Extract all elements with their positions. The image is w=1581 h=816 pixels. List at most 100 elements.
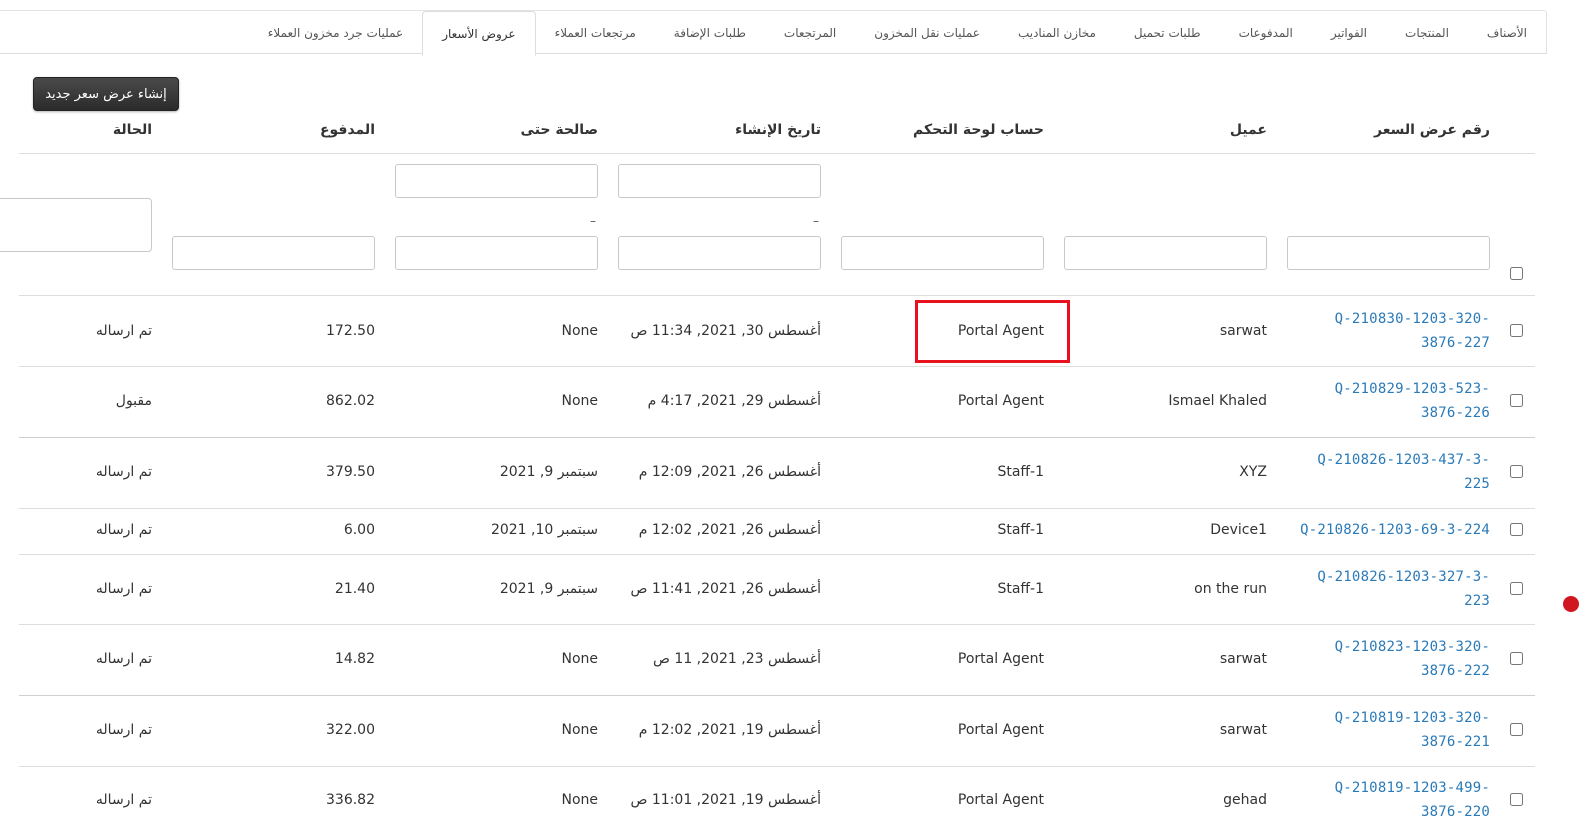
dashboard-account-cell: Portal Agent xyxy=(957,323,1044,339)
scroll-indicator-dot xyxy=(1563,596,1579,612)
select-all-checkbox[interactable] xyxy=(1510,267,1523,280)
paid-cell: 379.50 xyxy=(326,464,375,480)
quote-number-line-2: 3876-222 xyxy=(1420,663,1490,679)
create-quote-button[interactable]: إنشاء عرض سعر جديد xyxy=(33,77,179,111)
quote-number-link[interactable]: Q-210829-1203-523- 3876-226 xyxy=(1280,377,1490,425)
created-to-filter[interactable] xyxy=(618,236,821,270)
tab-4[interactable]: طلبات تحميل xyxy=(1115,11,1220,55)
header-valid-until[interactable]: صالحة حتى xyxy=(521,122,598,138)
created-from-filter[interactable] xyxy=(618,164,821,198)
quote-number-line-2: 225 xyxy=(1464,476,1490,492)
paid-filter[interactable] xyxy=(172,236,375,270)
valid-until-cell: سبتمبر 10, 2021 xyxy=(490,522,598,538)
tab-3[interactable]: المدفوعات xyxy=(1220,11,1312,55)
row-checkbox[interactable] xyxy=(1510,394,1523,407)
status-cell: تم ارساله xyxy=(95,464,152,480)
quote-number-link[interactable]: Q-210819-1203-499- 3876-220 xyxy=(1280,776,1490,816)
header-dashboard-account[interactable]: حساب لوحة التحكم xyxy=(913,122,1044,138)
status-filter-select[interactable] xyxy=(0,198,152,252)
created-at-cell: أغسطس 26, 2021, 11:41 ص xyxy=(630,581,821,597)
tab-6[interactable]: عمليات نقل المخزون xyxy=(855,11,999,55)
paid-cell: 14.82 xyxy=(334,651,375,667)
created-at-cell: أغسطس 23, 2021, 11 ص xyxy=(653,651,821,667)
quote-number-filter[interactable] xyxy=(1287,236,1490,270)
row-checkbox[interactable] xyxy=(1510,523,1523,536)
header-status[interactable]: الحالة xyxy=(113,122,152,138)
row-checkbox[interactable] xyxy=(1510,465,1523,478)
row-checkbox[interactable] xyxy=(1510,793,1523,806)
valid-range-separator: – xyxy=(590,214,596,228)
header-paid[interactable]: المدفوع xyxy=(320,122,375,138)
valid-until-cell: None xyxy=(561,393,598,409)
quote-number-link[interactable]: Q-210826-1203-69-3-224 xyxy=(1280,518,1490,542)
quote-number-line-1: Q-210826-1203-327-3- xyxy=(1317,569,1490,585)
row-divider xyxy=(19,366,1535,367)
valid-until-cell: سبتمبر 9, 2021 xyxy=(499,464,598,480)
tab-11[interactable]: عمليات جرد مخزون العملاء xyxy=(249,11,422,55)
quote-number-line-1: Q-210819-1203-499- xyxy=(1334,780,1490,796)
quote-number-line-1: Q-210829-1203-523- xyxy=(1334,381,1490,397)
tab-1[interactable]: المنتجات xyxy=(1386,11,1468,55)
tab-bar: الأصناف المنتجات الفواتير المدفوعات طلبات تح… xyxy=(0,10,1547,56)
tab-5[interactable]: مخازن المناديب xyxy=(999,11,1115,55)
quotes-page: الأصناف المنتجات الفواتير المدفوعات طلبات تح… xyxy=(0,0,1581,816)
row-checkbox[interactable] xyxy=(1510,324,1523,337)
paid-cell: 6.00 xyxy=(343,522,375,538)
created-at-cell: أغسطس 29, 2021, 4:17 م xyxy=(647,393,821,409)
quote-number-line-2: 3876-220 xyxy=(1420,804,1490,816)
valid-to-filter[interactable] xyxy=(395,236,598,270)
row-checkbox[interactable] xyxy=(1510,723,1523,736)
created-at-cell: أغسطس 26, 2021, 12:02 م xyxy=(638,522,821,538)
dashboard-account-cell: Portal Agent xyxy=(957,393,1044,409)
customer-cell: Ismael Khaled xyxy=(1168,393,1267,409)
quote-number-link[interactable]: Q-210826-1203-437-3- 225 xyxy=(1280,448,1490,496)
paid-cell: 21.40 xyxy=(334,581,375,597)
quote-number-line-1: Q-210826-1203-69-3-224 xyxy=(1300,522,1490,538)
quote-number-line-1: Q-210819-1203-320- xyxy=(1334,710,1490,726)
quote-number-line-1: Q-210823-1203-320- xyxy=(1334,639,1490,655)
status-cell: تم ارساله xyxy=(95,522,152,538)
customer-filter[interactable] xyxy=(1064,236,1267,270)
header-quote-number[interactable]: رقم عرض السعر xyxy=(1374,122,1490,138)
header-created-at[interactable]: تاريخ الإنشاء xyxy=(735,122,821,138)
tab-8[interactable]: طلبات الإضافة xyxy=(655,11,765,55)
quote-number-link[interactable]: Q-210830-1203-320- 3876-227 xyxy=(1280,307,1490,355)
status-cell: مقبول xyxy=(115,393,152,409)
dashboard-account-filter[interactable] xyxy=(841,236,1044,270)
valid-until-cell: None xyxy=(561,323,598,339)
tab-0[interactable]: الأصناف xyxy=(1468,11,1546,55)
paid-cell: 172.50 xyxy=(326,323,375,339)
dashboard-account-cell: Portal Agent xyxy=(957,722,1044,738)
header-customer[interactable]: عميل xyxy=(1230,122,1267,138)
quote-number-line-2: 223 xyxy=(1464,593,1490,609)
quote-number-link[interactable]: Q-210823-1203-320- 3876-222 xyxy=(1280,635,1490,683)
customer-cell: XYZ xyxy=(1239,464,1267,480)
status-cell: تم ارساله xyxy=(95,581,152,597)
tab-7[interactable]: المرتجعات xyxy=(765,11,855,55)
valid-until-cell: None xyxy=(561,722,598,738)
customer-cell: Device1 xyxy=(1210,522,1267,538)
row-divider xyxy=(19,508,1535,509)
valid-until-cell: None xyxy=(561,651,598,667)
quote-number-link[interactable]: Q-210826-1203-327-3- 223 xyxy=(1280,565,1490,613)
created-at-cell: أغسطس 26, 2021, 12:09 م xyxy=(638,464,821,480)
customer-cell: sarwat xyxy=(1219,722,1267,738)
paid-cell: 862.02 xyxy=(326,393,375,409)
paid-cell: 322.00 xyxy=(326,722,375,738)
tab-10[interactable]: عروض الأسعار xyxy=(422,11,536,56)
dashboard-account-cell: Staff-1 xyxy=(997,464,1044,480)
tab-2[interactable]: الفواتير xyxy=(1312,11,1386,55)
row-checkbox[interactable] xyxy=(1510,652,1523,665)
customer-cell: gehad xyxy=(1223,792,1267,808)
tab-9[interactable]: مرتجعات العملاء xyxy=(536,11,655,55)
row-checkbox[interactable] xyxy=(1510,582,1523,595)
quote-number-link[interactable]: Q-210819-1203-320- 3876-221 xyxy=(1280,706,1490,754)
valid-from-filter[interactable] xyxy=(395,164,598,198)
row-divider xyxy=(19,437,1535,438)
customer-cell: sarwat xyxy=(1219,651,1267,667)
row-divider xyxy=(19,766,1535,767)
row-divider xyxy=(19,624,1535,625)
status-cell: تم ارساله xyxy=(95,792,152,808)
quote-number-line-1: Q-210830-1203-320- xyxy=(1334,311,1490,327)
status-cell: تم ارساله xyxy=(95,722,152,738)
